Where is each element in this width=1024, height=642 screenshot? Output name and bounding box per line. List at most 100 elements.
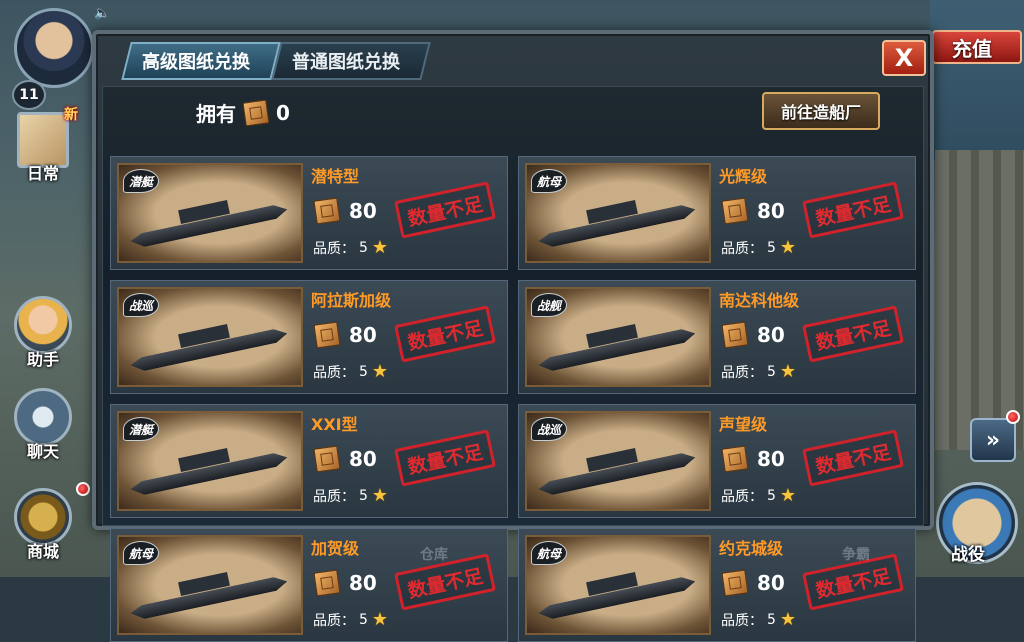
ship-quality: 品质： 5 ★ — [721, 609, 796, 630]
daily-label: 日常 — [26, 164, 59, 183]
cost-value: 80 — [757, 199, 785, 223]
cost-value: 80 — [349, 571, 377, 595]
ship-name: 加贺级 — [311, 539, 360, 558]
blueprint-cost: 80 — [721, 321, 785, 349]
blueprint-cost: 80 — [313, 569, 377, 597]
ship-type-badge: 航母 — [531, 541, 567, 565]
ship-quality: 品质： 5 ★ — [721, 361, 796, 382]
warehouse-label: 仓库 — [420, 547, 448, 563]
ship-image: 潜艇 — [117, 411, 303, 511]
ship-type-badge: 潜艇 — [123, 169, 159, 193]
quality-label: 品质： — [313, 364, 355, 381]
ship-image: 战巡 — [117, 287, 303, 387]
recharge-button[interactable]: 充值 — [932, 30, 1022, 64]
star-icon: ★ — [371, 485, 389, 506]
forward-icon[interactable]: » — [970, 418, 1016, 462]
ship-image: 航母 — [525, 535, 711, 635]
speaker-icon[interactable]: 🔈 — [94, 6, 110, 22]
ship-card[interactable]: 潜艇 XXI型 80 品质： 5 ★ 数量不足 — [110, 404, 508, 518]
ship-image: 航母 — [525, 163, 711, 263]
shop-notification-dot — [76, 482, 90, 496]
star-icon: ★ — [779, 609, 797, 630]
ship-card[interactable]: 潜艇 潜特型 80 品质： 5 ★ 数量不足 — [110, 156, 508, 270]
ship-type-badge: 战舰 — [531, 293, 567, 317]
cost-value: 80 — [757, 447, 785, 471]
ship-card[interactable]: 航母 光辉级 80 品质： 5 ★ 数量不足 — [518, 156, 916, 270]
quality-label: 品质： — [313, 612, 355, 629]
forward-notification-dot — [1006, 410, 1020, 424]
ship-name: 声望级 — [719, 415, 768, 434]
shop-label: 商城 — [26, 542, 59, 561]
star-icon: ★ — [371, 609, 389, 630]
assistant-label: 助手 — [26, 350, 59, 369]
ship-name: 南达科他级 — [719, 291, 800, 310]
ship-type-badge: 战巡 — [123, 293, 159, 317]
ship-type-badge: 航母 — [123, 541, 159, 565]
quality-value: 5 — [359, 487, 368, 504]
blueprint-icon — [313, 445, 341, 473]
blueprint-icon — [721, 445, 749, 473]
ship-image: 战巡 — [525, 411, 711, 511]
new-tag: 新 — [64, 107, 78, 123]
quality-value: 5 — [767, 611, 776, 628]
cost-value: 80 — [349, 323, 377, 347]
star-icon: ★ — [779, 485, 797, 506]
ship-type-badge: 潜艇 — [123, 417, 159, 441]
contest-label: 争霸 — [842, 547, 870, 563]
blueprint-cost: 80 — [313, 321, 377, 349]
quality-value: 5 — [767, 239, 776, 256]
star-icon: ★ — [779, 237, 797, 258]
player-avatar[interactable] — [14, 8, 94, 88]
close-button[interactable]: X — [882, 40, 926, 76]
ship-name: XXI型 — [311, 415, 358, 434]
tab-advanced-blueprint[interactable]: 高级图纸兑换 — [121, 42, 281, 80]
chat-label: 聊天 — [26, 442, 59, 461]
ship-quality: 品质： 5 ★ — [313, 237, 388, 258]
ship-quality: 品质： 5 ★ — [313, 361, 388, 382]
sea-area — [930, 0, 1024, 160]
blueprint-icon — [242, 98, 270, 127]
insufficient-stamp: 数量不足 — [394, 305, 496, 363]
owned-blueprints: 拥有 0 — [196, 98, 290, 127]
quality-value: 5 — [359, 363, 368, 380]
blueprint-cost: 80 — [721, 569, 785, 597]
quality-label: 品质： — [721, 240, 763, 257]
blueprint-cost: 80 — [313, 445, 377, 473]
cost-value: 80 — [757, 323, 785, 347]
ship-image: 航母 — [117, 535, 303, 635]
ship-card[interactable]: 战舰 南达科他级 80 品质： 5 ★ 数量不足 — [518, 280, 916, 394]
ship-card[interactable]: 航母 加贺级 80 品质： 5 ★ 数量不足 — [110, 528, 508, 642]
insufficient-stamp: 数量不足 — [394, 181, 496, 239]
ship-card[interactable]: 战巡 阿拉斯加级 80 品质： 5 ★ 数量不足 — [110, 280, 508, 394]
quality-label: 品质： — [313, 240, 355, 257]
star-icon: ★ — [371, 237, 389, 258]
blueprint-cost: 80 — [721, 445, 785, 473]
insufficient-stamp: 数量不足 — [802, 181, 904, 239]
insufficient-stamp: 数量不足 — [394, 429, 496, 487]
player-level: 11 — [12, 80, 46, 110]
quality-value: 5 — [767, 363, 776, 380]
ship-quality: 品质： 5 ★ — [313, 485, 388, 506]
assistant-button[interactable]: 助手 — [8, 296, 78, 370]
ship-card[interactable]: 战巡 声望级 80 品质： 5 ★ 数量不足 — [518, 404, 916, 518]
cost-value: 80 — [757, 571, 785, 595]
ship-name: 阿拉斯加级 — [311, 291, 392, 310]
quality-label: 品质： — [721, 364, 763, 381]
tab-normal-label: 普通图纸兑换 — [292, 52, 400, 73]
ship-image: 战舰 — [525, 287, 711, 387]
blueprint-icon — [721, 197, 749, 225]
blueprint-cost: 80 — [313, 197, 377, 225]
quality-label: 品质： — [313, 488, 355, 505]
battle-label: 战役 — [951, 545, 985, 565]
insufficient-stamp: 数量不足 — [802, 305, 904, 363]
blueprint-cost: 80 — [721, 197, 785, 225]
insufficient-stamp: 数量不足 — [802, 429, 904, 487]
shop-button[interactable]: 商城 — [8, 488, 78, 562]
quality-value: 5 — [359, 611, 368, 628]
ship-name: 光辉级 — [719, 167, 768, 186]
blueprint-icon — [721, 321, 749, 349]
chat-button[interactable]: 聊天 — [8, 388, 78, 462]
goto-shipyard-button[interactable]: 前往造船厂 — [762, 92, 880, 130]
ship-quality: 品质： 5 ★ — [313, 609, 388, 630]
tab-normal-blueprint[interactable]: 普通图纸兑换 — [271, 42, 431, 80]
